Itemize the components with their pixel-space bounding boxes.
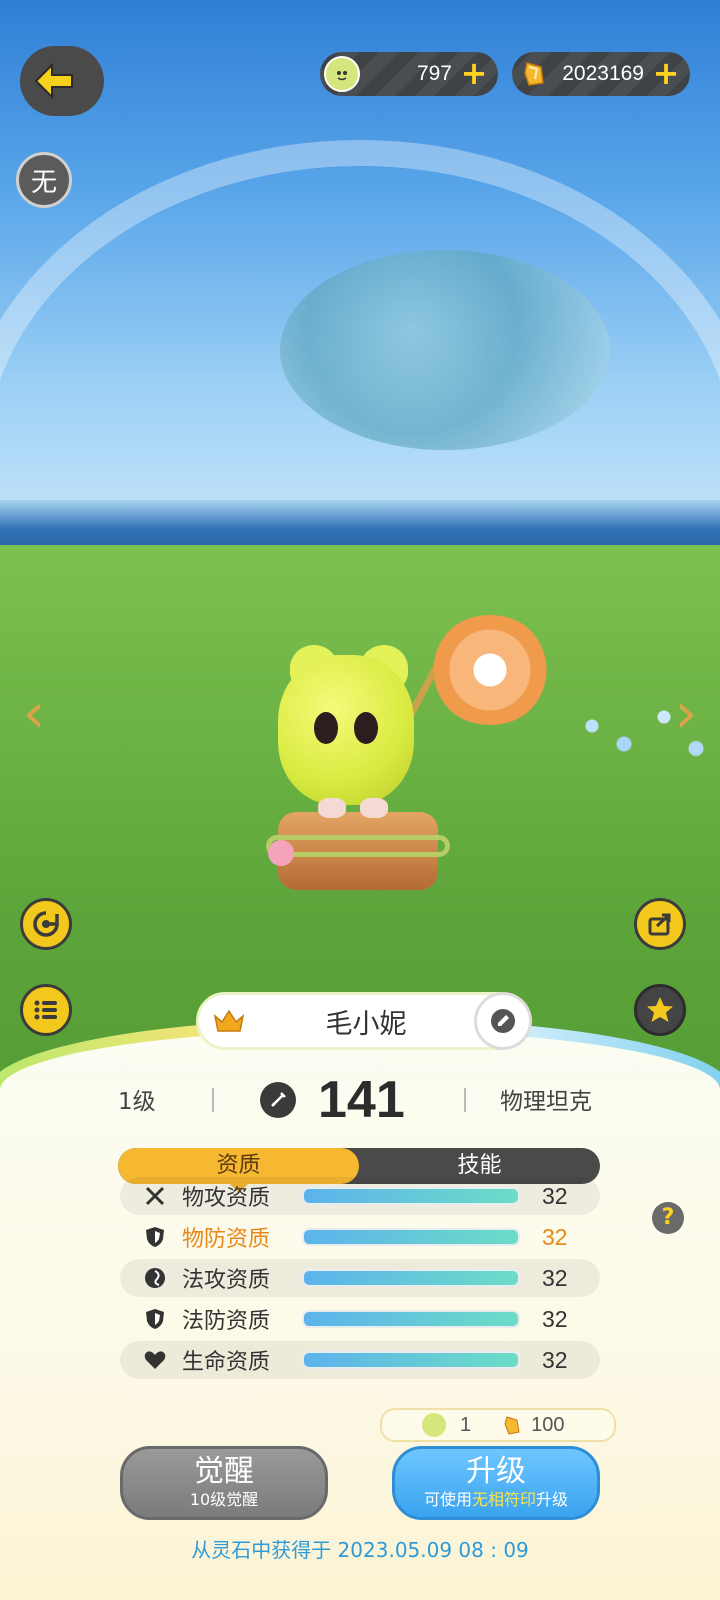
- combat-power-value: 141: [318, 1071, 405, 1129]
- help-button[interactable]: ?: [652, 1202, 684, 1234]
- attribute-value: 32: [542, 1223, 568, 1250]
- coin-value: 797: [416, 62, 452, 85]
- swords-icon: [142, 1183, 168, 1209]
- attribute-bar: [302, 1187, 520, 1205]
- combat-power-icon: [260, 1082, 296, 1118]
- attribute-value: 32: [542, 1305, 568, 1332]
- back-button[interactable]: [20, 46, 104, 116]
- coin-icon: [422, 1413, 446, 1437]
- attribute-row: 法防资质 32: [120, 1300, 600, 1338]
- crystal-counter: 2023169 +: [512, 52, 690, 96]
- attribute-row: 生命资质 32: [120, 1341, 600, 1379]
- pencil-icon: [491, 1009, 515, 1033]
- cost-coin-value: 1: [460, 1413, 472, 1436]
- cost-crystal-value: 100: [531, 1413, 565, 1436]
- pet-model[interactable]: [278, 655, 414, 805]
- crown-icon: [209, 1001, 249, 1041]
- attribute-bar: [302, 1269, 520, 1287]
- attribute-row: 法攻资质 32: [120, 1259, 600, 1297]
- list-menu-button[interactable]: [20, 984, 72, 1036]
- share-icon: [648, 913, 671, 936]
- attribute-row: 物攻资质 32: [120, 1177, 600, 1215]
- magic-swirl-icon: [142, 1265, 168, 1291]
- crystal-value: 2023169: [562, 62, 644, 85]
- attribute-row: 物防资质 32: [120, 1218, 600, 1256]
- add-crystal-button[interactable]: +: [652, 57, 680, 89]
- attribute-value: 32: [542, 1346, 568, 1373]
- obtained-info: 从灵石中获得于 2023.05.09 08 : 09: [191, 1538, 529, 1562]
- pet-summary-row: 1级 141 物理坦克: [0, 1060, 720, 1140]
- pet-level: 1级: [118, 1089, 156, 1115]
- upgrade-subtitle: 可使用无相符印升级: [424, 1489, 568, 1511]
- pink-flower: [268, 840, 294, 866]
- heart-icon: [142, 1347, 168, 1373]
- floating-island: [280, 250, 610, 450]
- coin-icon: [324, 56, 360, 92]
- star-icon: [647, 997, 673, 1022]
- next-pet-arrow[interactable]: ›: [664, 686, 708, 742]
- upgrade-title: 升级: [466, 1454, 526, 1489]
- rotate-icon: [33, 911, 59, 937]
- divider: [464, 1088, 466, 1112]
- rotate-view-button[interactable]: [20, 898, 72, 950]
- attribute-label: 法防资质: [182, 1309, 271, 1334]
- divider: [212, 1088, 214, 1112]
- coin-counter: 797 +: [320, 52, 498, 96]
- prev-pet-arrow[interactable]: ‹: [12, 686, 56, 742]
- favorite-button[interactable]: [634, 984, 686, 1036]
- share-button[interactable]: [634, 898, 686, 950]
- attribute-bar: [302, 1310, 520, 1328]
- shield-icon: [142, 1224, 168, 1250]
- attribute-bar: [302, 1228, 520, 1246]
- crystal-icon: [516, 56, 552, 92]
- attribute-label: 生命资质: [182, 1350, 271, 1375]
- pet-foot-right: [360, 798, 388, 818]
- shield-icon: [142, 1306, 168, 1332]
- awaken-button[interactable]: 觉醒 10级觉醒: [120, 1446, 328, 1520]
- attribute-label: 物防资质: [182, 1227, 271, 1252]
- upgrade-sub-post: 升级: [536, 1490, 569, 1509]
- attribute-label: 法攻资质: [182, 1268, 271, 1293]
- pet-eye-right: [354, 712, 378, 744]
- pet-eye-left: [314, 712, 338, 744]
- upgrade-button[interactable]: 升级 可使用无相符印升级: [392, 1446, 600, 1520]
- attribute-value: 32: [542, 1182, 568, 1209]
- awaken-title: 觉醒: [194, 1454, 254, 1489]
- upgrade-sub-highlight: 无相符印: [471, 1490, 536, 1509]
- attribute-value: 32: [542, 1264, 568, 1291]
- pet-role: 物理坦克: [500, 1089, 592, 1115]
- back-arrow-icon: [34, 62, 73, 100]
- attribute-label: 物攻资质: [182, 1186, 271, 1211]
- awaken-subtitle: 10级觉醒: [189, 1490, 259, 1509]
- status-badge[interactable]: 无: [16, 152, 72, 208]
- upgrade-sub-pre: 可使用: [423, 1490, 472, 1509]
- attribute-bar: [302, 1351, 520, 1369]
- flower-staff-head: [430, 615, 550, 725]
- list-icon: [34, 1000, 57, 1020]
- pet-foot-left: [318, 798, 346, 818]
- rename-button[interactable]: [474, 992, 532, 1050]
- add-coin-button[interactable]: +: [460, 57, 488, 89]
- crystal-icon: [501, 1414, 523, 1436]
- upgrade-cost: 1 100: [380, 1408, 616, 1442]
